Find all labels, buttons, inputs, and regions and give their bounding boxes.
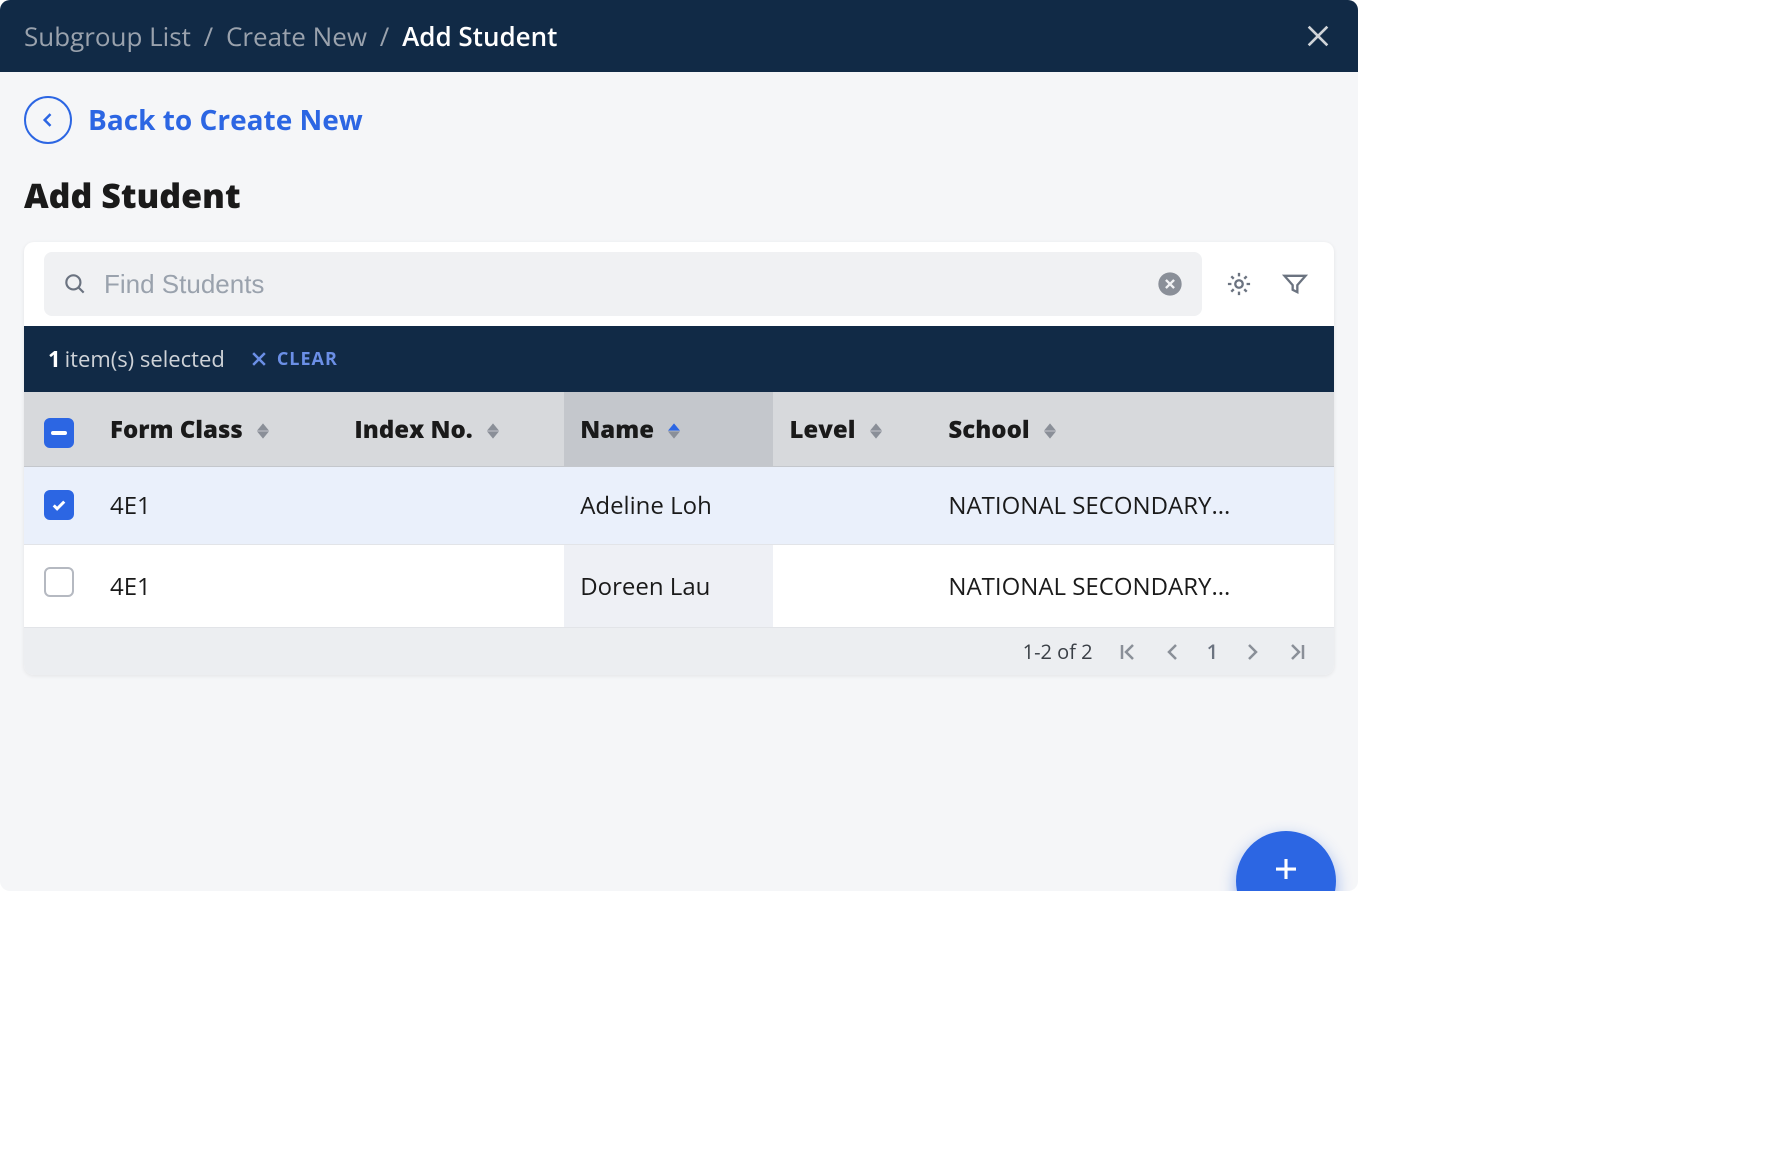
breadcrumb-separator: / (204, 18, 214, 54)
search-clear-button[interactable] (1156, 270, 1184, 298)
cell-form-class: 4E1 (94, 545, 338, 628)
row-checkbox[interactable] (44, 490, 74, 520)
table-row[interactable]: 4E1 Adeline Loh NATIONAL SECONDARY... (24, 467, 1334, 545)
current-page: 1 (1207, 638, 1218, 665)
back-label: Back to Create New (88, 101, 363, 139)
sort-icon-active (668, 423, 680, 439)
page-title: Add Student (24, 172, 1334, 218)
select-all-checkbox[interactable] (44, 418, 74, 448)
modal-container: Subgroup List / Create New / Add Student… (0, 0, 1358, 891)
next-page-button[interactable] (1240, 640, 1264, 664)
search-input[interactable] (104, 269, 1140, 300)
last-page-button[interactable] (1286, 640, 1310, 664)
search-box (44, 252, 1202, 316)
col-header-level[interactable]: Level (773, 392, 932, 467)
select-all-header (24, 392, 94, 467)
sort-icon (257, 423, 269, 439)
close-icon (249, 349, 269, 369)
chevron-left-icon (38, 110, 58, 130)
filter-button[interactable] (1276, 265, 1314, 303)
col-header-name[interactable]: Name (564, 392, 773, 467)
check-icon (50, 496, 68, 514)
selection-bar: 1item(s) selected CLEAR (24, 326, 1334, 392)
cell-index-no (338, 545, 564, 628)
breadcrumb-separator: / (380, 18, 390, 54)
col-header-school[interactable]: School (932, 392, 1334, 467)
breadcrumb-item-1[interactable]: Create New (226, 18, 367, 54)
table-row[interactable]: 4E1 Doreen Lau NATIONAL SECONDARY... (24, 545, 1334, 628)
pagination: 1-2 of 2 1 (24, 628, 1334, 675)
selection-count: 1item(s) selected (48, 344, 225, 374)
row-checkbox[interactable] (44, 567, 74, 597)
close-button[interactable] (1302, 20, 1334, 52)
cell-name: Doreen Lau (564, 545, 773, 628)
search-row (24, 242, 1334, 326)
add-label: ADD (1267, 886, 1305, 891)
cell-level (773, 545, 932, 628)
breadcrumb: Subgroup List / Create New / Add Student (24, 18, 557, 54)
col-header-form-class[interactable]: Form Class (94, 392, 338, 467)
first-page-icon (1115, 640, 1139, 664)
content-area: Back to Create New Add Student (0, 72, 1358, 891)
settings-button[interactable] (1220, 265, 1258, 303)
add-button[interactable]: ADD (1236, 831, 1336, 891)
col-header-index-no[interactable]: Index No. (338, 392, 564, 467)
breadcrumb-item-0[interactable]: Subgroup List (24, 18, 191, 54)
sort-icon (1044, 423, 1056, 439)
clear-selection-button[interactable]: CLEAR (249, 347, 338, 371)
close-icon (1302, 20, 1334, 52)
cell-form-class: 4E1 (94, 467, 338, 545)
cell-level (773, 467, 932, 545)
clear-circle-icon (1156, 270, 1184, 298)
cell-name: Adeline Loh (564, 467, 773, 545)
modal-header: Subgroup List / Create New / Add Student (0, 0, 1358, 72)
sort-icon (487, 423, 499, 439)
student-table-card: 1item(s) selected CLEAR Form Class (24, 242, 1334, 675)
chevron-left-icon (1161, 640, 1185, 664)
back-circle (24, 96, 72, 144)
pagination-range: 1-2 of 2 (1023, 638, 1093, 665)
sort-icon (870, 423, 882, 439)
students-table: Form Class Index No. (24, 392, 1334, 628)
back-button[interactable]: Back to Create New (24, 96, 1334, 144)
first-page-button[interactable] (1115, 640, 1139, 664)
prev-page-button[interactable] (1161, 640, 1185, 664)
breadcrumb-current: Add Student (402, 18, 557, 54)
plus-icon (1271, 854, 1301, 884)
cell-index-no (338, 467, 564, 545)
last-page-icon (1286, 640, 1310, 664)
cell-school: NATIONAL SECONDARY... (932, 545, 1334, 628)
cell-school: NATIONAL SECONDARY... (932, 467, 1334, 545)
filter-icon (1281, 270, 1309, 298)
chevron-right-icon (1240, 640, 1264, 664)
search-icon (62, 271, 88, 297)
table-header-row: Form Class Index No. (24, 392, 1334, 467)
clear-label: CLEAR (277, 347, 338, 371)
gear-icon (1225, 270, 1253, 298)
